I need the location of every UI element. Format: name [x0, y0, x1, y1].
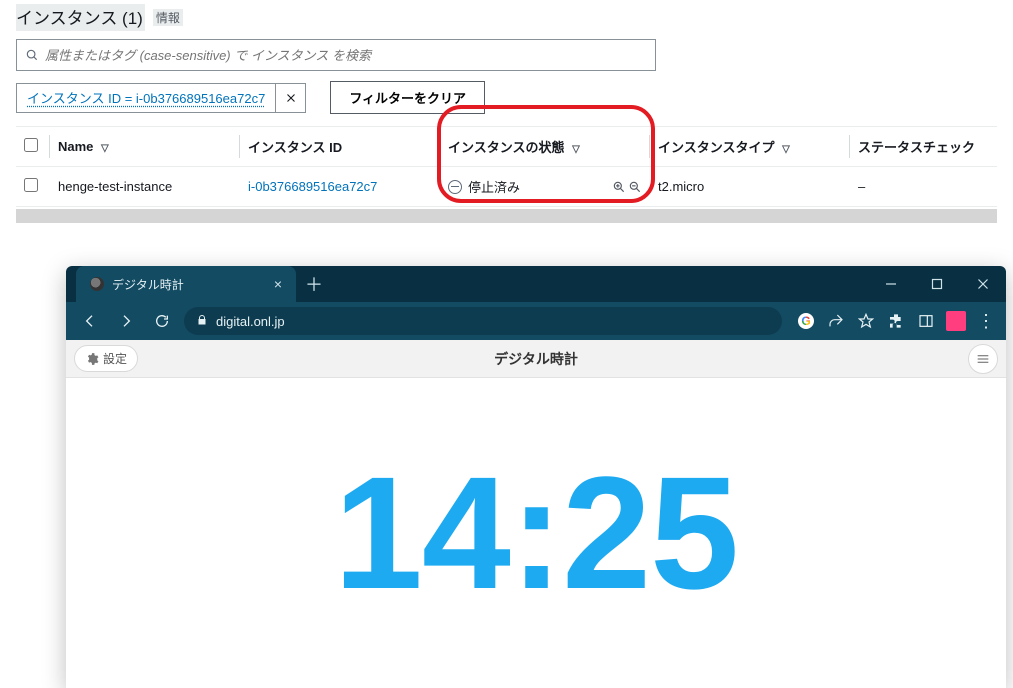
address-bar[interactable]: digital.onl.jp: [184, 307, 782, 335]
state-label: 停止済み: [468, 177, 520, 196]
col-name[interactable]: Name ▽: [50, 127, 240, 167]
google-icon[interactable]: G: [796, 311, 816, 331]
tab-title: デジタル時計: [112, 276, 184, 293]
filter-chip-remove-button[interactable]: [275, 84, 305, 112]
reload-button[interactable]: [148, 307, 176, 335]
header-row: インスタンス (1) 情報: [16, 0, 997, 39]
clock-area: 14:25: [66, 378, 1006, 688]
browser-menu-button[interactable]: ⋮: [976, 311, 996, 331]
new-tab-button[interactable]: ＋: [300, 270, 328, 298]
zoom-in-icon[interactable]: [612, 180, 626, 194]
close-window-button[interactable]: [960, 266, 1006, 302]
select-all-header[interactable]: [16, 127, 50, 167]
search-icon: [25, 48, 39, 62]
sort-caret-icon: ▽: [782, 144, 790, 155]
back-button[interactable]: [76, 307, 104, 335]
page-title: デジタル時計: [494, 349, 578, 369]
browser-titlebar[interactable]: デジタル時計 × ＋: [66, 266, 1006, 302]
settings-button[interactable]: 設定: [74, 345, 138, 372]
minimize-button[interactable]: [868, 266, 914, 302]
clear-filters-button[interactable]: フィルターをクリア: [330, 81, 485, 114]
search-input-wrap[interactable]: [16, 39, 656, 71]
col-state-label: インスタンスの状態: [448, 140, 564, 155]
page-menu-button[interactable]: [968, 344, 998, 374]
select-all-checkbox[interactable]: [24, 138, 38, 152]
favicon-icon: [90, 277, 104, 291]
col-name-label: Name: [58, 139, 93, 154]
col-status-check[interactable]: ステータスチェック: [850, 127, 997, 167]
page-heading: インスタンス (1): [16, 4, 145, 31]
col-instance-id-label: インスタンス ID: [248, 140, 342, 155]
hamburger-icon: [975, 351, 991, 367]
zoom-out-icon[interactable]: [628, 180, 642, 194]
col-state[interactable]: インスタンスの状態 ▽: [440, 127, 650, 167]
browser-tab[interactable]: デジタル時計 ×: [76, 266, 296, 302]
cell-state: 停止済み: [448, 177, 642, 196]
cell-status-check: –: [850, 167, 997, 207]
table-row[interactable]: henge-test-instance i-0b376689516ea72c7 …: [16, 167, 997, 207]
col-type[interactable]: インスタンスタイプ ▽: [650, 127, 850, 167]
stopped-icon: [448, 180, 462, 194]
panel-icon[interactable]: [916, 311, 936, 331]
instance-id-link[interactable]: i-0b376689516ea72c7: [248, 179, 377, 194]
filter-chip-label[interactable]: インスタンス ID = i-0b376689516ea72c7: [17, 88, 275, 107]
col-type-label: インスタンスタイプ: [658, 140, 774, 155]
maximize-button[interactable]: [914, 266, 960, 302]
info-link[interactable]: 情報: [153, 9, 183, 26]
col-instance-id[interactable]: インスタンス ID: [240, 127, 440, 167]
settings-label: 設定: [103, 350, 127, 367]
bookmark-star-icon[interactable]: [856, 311, 876, 331]
filters-row: インスタンス ID = i-0b376689516ea72c7 フィルターをクリ…: [16, 81, 997, 114]
instances-table: Name ▽ インスタンス ID インスタンスの状態 ▽ インスタンスタイプ ▽: [16, 126, 997, 207]
forward-button[interactable]: [112, 307, 140, 335]
browser-toolbar: digital.onl.jp G ⋮: [66, 302, 1006, 340]
page-header: 設定 デジタル時計: [66, 340, 1006, 378]
search-input[interactable]: [45, 48, 647, 63]
window-controls: [868, 266, 1006, 302]
toolbar-icons: G ⋮: [796, 311, 996, 331]
cell-type: t2.micro: [650, 167, 850, 207]
gear-icon: [85, 352, 99, 366]
close-icon: [285, 92, 297, 104]
aws-console: インスタンス (1) 情報 インスタンス ID = i-0b376689516e…: [0, 0, 1013, 231]
tab-close-button[interactable]: ×: [274, 276, 282, 292]
sort-caret-icon: ▽: [572, 144, 580, 155]
digital-clock: 14:25: [334, 453, 738, 613]
profile-avatar[interactable]: [946, 311, 966, 331]
url-text: digital.onl.jp: [216, 314, 285, 329]
lock-icon: [196, 314, 208, 329]
cell-name: henge-test-instance: [50, 167, 240, 207]
sort-caret-icon: ▽: [101, 143, 109, 154]
col-status-check-label: ステータスチェック: [858, 140, 975, 155]
row-checkbox[interactable]: [24, 178, 38, 192]
extensions-icon[interactable]: [886, 311, 906, 331]
share-icon[interactable]: [826, 311, 846, 331]
filter-chip: インスタンス ID = i-0b376689516ea72c7: [16, 83, 306, 113]
browser-window: デジタル時計 × ＋ digital.onl.jp G ⋮: [66, 266, 1006, 688]
table-scroll-hint: [16, 209, 997, 223]
